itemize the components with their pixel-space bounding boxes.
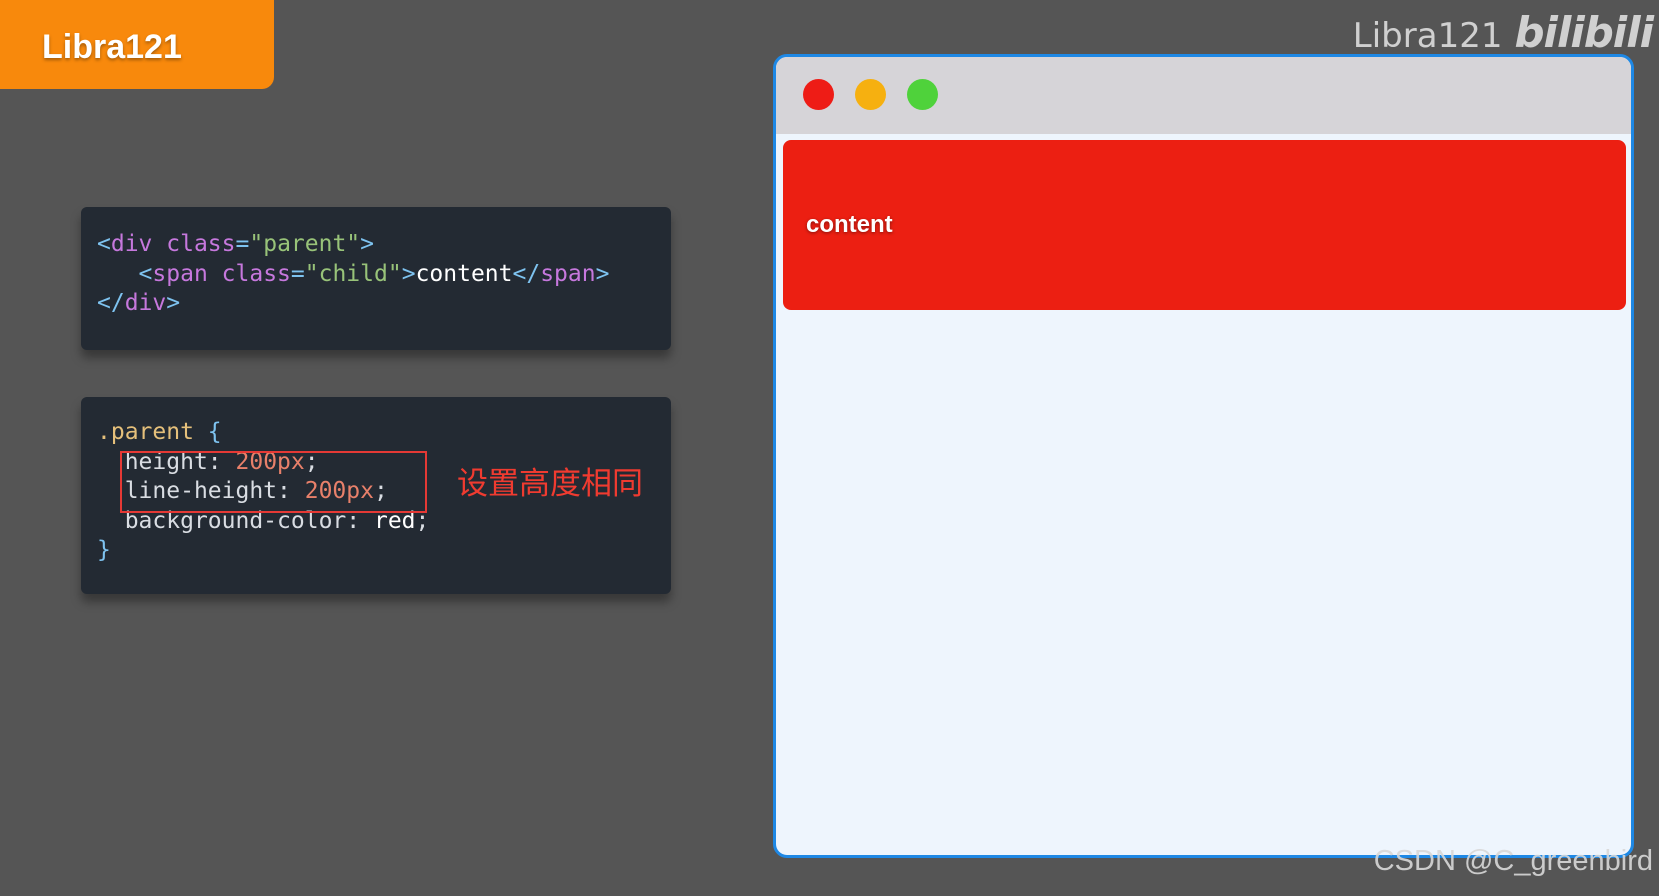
code-line: }: [97, 536, 671, 566]
code-token: <: [138, 260, 153, 287]
html-code-block: <div class="parent"> <span class="child"…: [81, 207, 671, 350]
browser-window: content: [773, 54, 1634, 858]
css-selector: .parent: [97, 419, 194, 445]
minimize-window-icon[interactable]: [855, 79, 886, 110]
code-line: .parent {: [97, 418, 671, 448]
code-token: </: [97, 290, 125, 316]
code-token: <: [97, 231, 111, 257]
code-line: </div>: [97, 289, 671, 319]
code-token: span: [540, 260, 596, 287]
watermark-channel: Libra121: [1352, 16, 1503, 56]
code-token: }: [97, 537, 111, 563]
code-token: class: [221, 260, 291, 287]
code-token: {: [207, 419, 222, 445]
code-token: "child": [304, 260, 402, 287]
code-token: >: [401, 260, 416, 287]
code-token: =: [290, 260, 305, 287]
code-token: "parent": [249, 231, 361, 257]
highlight-box: [120, 451, 427, 513]
code-token: content: [415, 260, 513, 287]
window-titlebar: [776, 57, 1631, 134]
csdn-credit: CSDN @C_greenbird: [1373, 845, 1653, 877]
code-token: class: [166, 231, 236, 257]
channel-badge-label: Libra121: [42, 28, 182, 66]
code-token: =: [235, 231, 250, 257]
slide-canvas: Libra121 Libra121 bilibili <div class="pa…: [0, 0, 1659, 896]
code-token: >: [595, 260, 610, 287]
code-token: >: [360, 231, 375, 257]
bilibili-logo: bilibili: [1514, 8, 1654, 57]
channel-badge: Libra121: [0, 0, 274, 89]
code-token: span: [152, 260, 208, 287]
maximize-window-icon[interactable]: [907, 79, 938, 110]
code-line: <span class="child">content</span>: [97, 260, 671, 290]
code-token: </: [512, 260, 541, 287]
code-token: >: [166, 290, 181, 316]
annotation-text: 设置高度相同: [457, 466, 643, 502]
code-token: div: [124, 290, 167, 316]
code-token: div: [110, 231, 153, 257]
child-span-preview: content: [806, 211, 893, 238]
watermark: Libra121 bilibili: [1352, 8, 1654, 57]
parent-div-preview: content: [783, 140, 1626, 310]
close-window-icon[interactable]: [803, 79, 834, 110]
code-line: <div class="parent">: [97, 230, 671, 260]
